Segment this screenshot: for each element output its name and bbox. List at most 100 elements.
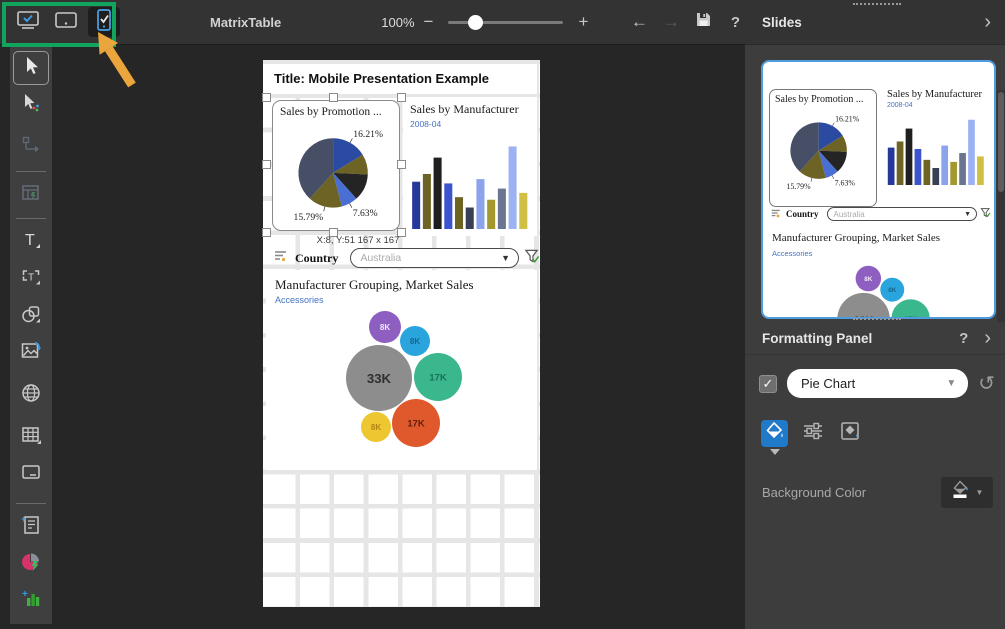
tablet-icon bbox=[54, 10, 78, 35]
insert-chart-button[interactable] bbox=[13, 547, 49, 581]
thumb-bubble-plot: 8K8K33K17K17K8K bbox=[773, 261, 990, 319]
device-view-toggle bbox=[12, 7, 120, 37]
zoom-value: 100% bbox=[381, 15, 414, 30]
phone-view-button[interactable] bbox=[88, 7, 120, 37]
resize-handle[interactable] bbox=[262, 228, 271, 237]
zoom-in-button[interactable]: + bbox=[569, 12, 597, 32]
svg-text:15.79%: 15.79% bbox=[786, 182, 811, 191]
thumb-pie-chart: Sales by Promotion ... 16.21% 7.63% 15.79% bbox=[769, 89, 877, 207]
svg-text:33K: 33K bbox=[367, 371, 392, 386]
svg-text:17K: 17K bbox=[407, 419, 425, 430]
svg-text:8K: 8K bbox=[864, 276, 873, 283]
thumb-bar-subtitle: 2008-04 bbox=[882, 100, 992, 109]
redo-button[interactable]: → bbox=[657, 12, 685, 32]
shapes-icon bbox=[20, 303, 42, 330]
pie-chart-plot: 16.21%7.63%15.79% bbox=[273, 118, 399, 224]
selection-position-info: X:8, Y:51 167 x 167 bbox=[278, 235, 438, 246]
formatting-help-icon[interactable]: ? bbox=[959, 330, 968, 347]
svg-text:8K: 8K bbox=[888, 287, 897, 294]
edit-grid-tool-button[interactable] bbox=[13, 178, 49, 212]
svg-text:15.79%: 15.79% bbox=[294, 212, 324, 223]
background-color-picker-button[interactable]: ▼ bbox=[941, 477, 993, 508]
zoom-slider[interactable] bbox=[448, 21, 563, 24]
connector-icon bbox=[20, 134, 42, 161]
zoom-controls: 100% − + bbox=[381, 12, 597, 32]
dropdown-arrow-icon: ▼ bbox=[946, 378, 956, 389]
tab-fill-formatting[interactable] bbox=[761, 420, 788, 447]
bubble-chart-subtitle: Accessories bbox=[266, 293, 537, 305]
svg-text:8K: 8K bbox=[380, 323, 390, 332]
collapse-formatting-chevron-icon[interactable]: › bbox=[984, 328, 991, 348]
svg-text:T: T bbox=[25, 232, 35, 249]
add-chart-button[interactable]: + bbox=[13, 584, 49, 618]
panel-tool-button[interactable] bbox=[13, 457, 49, 491]
country-dropdown[interactable]: Australia ▼ bbox=[350, 248, 519, 268]
tab-properties-formatting[interactable] bbox=[799, 420, 826, 447]
thumb-bar-title: Sales by Manufacturer bbox=[882, 85, 992, 100]
element-dropdown-value: Pie Chart bbox=[801, 376, 946, 391]
reset-formatting-button[interactable]: ↺ bbox=[978, 371, 995, 396]
sliders-icon bbox=[802, 421, 824, 446]
list-add-icon: + bbox=[20, 514, 42, 541]
toolbar: MatrixTable 100% − + ← → ? × bbox=[0, 0, 745, 45]
slides-panel-title: Slides bbox=[762, 15, 984, 30]
pie-chart-colorful-icon bbox=[20, 551, 42, 578]
panel-resize-grip[interactable] bbox=[853, 318, 901, 323]
slides-list: Sales by Promotion ... 16.21% 7.63% 15.79%… bbox=[745, 45, 1005, 322]
thumb-pie-title: Sales by Promotion ... bbox=[770, 90, 876, 105]
thumb-bubble-subtitle: Accessories bbox=[772, 249, 812, 258]
desktop-view-button[interactable] bbox=[12, 7, 44, 37]
thumb-bar-chart: Sales by Manufacturer 2008-04 bbox=[882, 85, 992, 197]
right-panel: Slides › Sales by Promotion ... 16.21% 7.… bbox=[745, 0, 1005, 629]
element-enabled-checkbox[interactable]: ✓ bbox=[759, 375, 777, 393]
filter-list-icon bbox=[771, 205, 782, 223]
web-tool-button[interactable] bbox=[13, 378, 49, 412]
zoom-out-button[interactable]: − bbox=[415, 12, 443, 32]
pointer-tool-button[interactable] bbox=[13, 51, 49, 85]
svg-text:+: + bbox=[21, 514, 26, 524]
svg-text:7.63%: 7.63% bbox=[835, 179, 856, 188]
paint-bucket-color-icon bbox=[951, 480, 971, 505]
tab-style-formatting[interactable] bbox=[837, 420, 864, 447]
add-report-item-button[interactable]: + bbox=[13, 510, 49, 544]
sidebar-divider bbox=[16, 171, 46, 172]
zoom-slider-thumb[interactable] bbox=[468, 15, 483, 30]
svg-text:16.21%: 16.21% bbox=[835, 114, 860, 123]
panel-resize-grip[interactable] bbox=[853, 3, 901, 8]
tablet-view-button[interactable] bbox=[50, 7, 82, 37]
filter-list-icon bbox=[274, 249, 289, 267]
phone-check-icon bbox=[95, 8, 113, 37]
slides-scrollbar-thumb[interactable] bbox=[998, 92, 1004, 192]
svg-text:17K: 17K bbox=[429, 373, 447, 384]
sidebar-divider bbox=[16, 503, 46, 504]
thumb-country-label: Country bbox=[786, 209, 819, 219]
save-button[interactable] bbox=[689, 11, 717, 33]
filter-apply-icon[interactable] bbox=[524, 248, 540, 269]
connector-tool-button[interactable] bbox=[13, 130, 49, 164]
bubble-chart-plot: 8K8K33K17K17K8K bbox=[266, 305, 537, 463]
undo-button[interactable]: ← bbox=[625, 12, 653, 32]
bubble-chart-title: Manufacturer Grouping, Market Sales bbox=[266, 270, 537, 293]
pie-chart-widget[interactable]: Sales by Promotion ... 16.21%7.63%15.79% bbox=[272, 100, 400, 231]
resize-handle[interactable] bbox=[262, 93, 271, 102]
resize-handle[interactable] bbox=[262, 160, 271, 169]
element-dropdown[interactable]: Pie Chart ▼ bbox=[787, 369, 968, 398]
bar-chart-subtitle: 2008-04 bbox=[403, 117, 537, 129]
background-color-label: Background Color bbox=[762, 485, 941, 500]
svg-text:8K: 8K bbox=[371, 423, 381, 432]
desktop-check-icon bbox=[16, 9, 40, 36]
bar-chart-widget[interactable]: Sales by Manufacturer 2008-04 bbox=[403, 97, 537, 236]
collapse-slides-chevron-icon[interactable]: › bbox=[984, 12, 991, 32]
shapes-tool-button[interactable] bbox=[13, 299, 49, 333]
text-tool-button[interactable]: T bbox=[13, 225, 49, 259]
data-pointer-tool-button[interactable] bbox=[13, 88, 49, 122]
filter-apply-icon bbox=[980, 205, 991, 223]
background-color-row: Background Color ▼ bbox=[762, 477, 993, 508]
image-tool-button[interactable] bbox=[13, 336, 49, 370]
slide-title-widget[interactable]: Title: Mobile Presentation Example bbox=[266, 64, 537, 94]
textbox-tool-button[interactable]: T bbox=[13, 262, 49, 296]
bubble-chart-widget[interactable]: Manufacturer Grouping, Market Sales Acce… bbox=[266, 270, 537, 470]
design-canvas-page[interactable]: Title: Mobile Presentation Example Sales… bbox=[263, 60, 540, 607]
table-tool-button[interactable] bbox=[13, 420, 49, 454]
slide-thumbnail-selected[interactable]: Sales by Promotion ... 16.21% 7.63% 15.79%… bbox=[761, 60, 996, 319]
